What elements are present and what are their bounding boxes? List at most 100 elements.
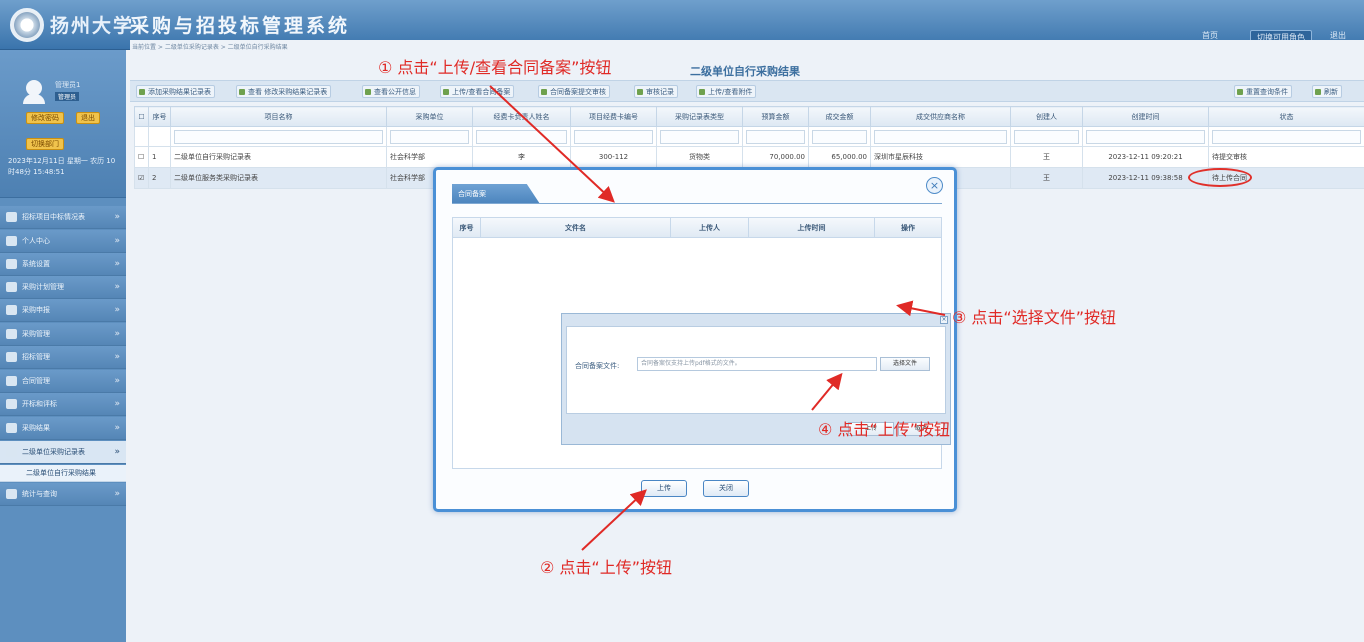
menu-icon — [6, 447, 17, 457]
column-header: 文件名 — [481, 218, 671, 238]
menu-item-1[interactable]: 招标项目中标情况表 » — [0, 206, 126, 229]
menu-item-10[interactable]: 采购结果 » — [0, 417, 126, 440]
menu-item-7[interactable]: 招标管理 » — [0, 346, 126, 369]
upload-button[interactable]: 上传 — [641, 480, 687, 497]
column-header: 序号 — [148, 106, 171, 127]
menu-item-12[interactable]: 统计与查询 » — [0, 483, 126, 506]
column-header[interactable]: 状态 — [1208, 106, 1364, 127]
menu-label: 开标和评标 — [22, 400, 57, 408]
menu-label: 合同管理 — [22, 377, 50, 385]
filter-input[interactable] — [812, 129, 867, 144]
sidebar: 管理员1 管理员 修改密码 退出 切换部门 2023年12月11日 星期一 农历… — [0, 50, 126, 642]
chevron-right-icon: » — [114, 212, 120, 222]
chevron-right-icon: » — [114, 423, 120, 433]
menu-icon — [6, 305, 17, 315]
filter-input[interactable] — [746, 129, 805, 144]
column-header[interactable]: 项目名称 — [170, 106, 387, 127]
row-checkbox[interactable]: ☑ — [134, 167, 149, 189]
upload-contract-button[interactable]: 上传/查看合同备案 — [440, 85, 515, 98]
breadcrumb: 当前位置 > 二级单位采购记录表 > 二级单位自行采购结果 — [132, 44, 288, 51]
submit-contract-review-button[interactable]: 合同备案提交审核 — [538, 85, 610, 98]
annotation-step4: ④ 点击“上传”按钮 — [818, 420, 951, 439]
chevron-right-icon: » — [114, 376, 120, 386]
close-icon[interactable]: × — [926, 177, 943, 194]
choose-file-button[interactable]: 选择文件 — [880, 357, 930, 371]
filter-input[interactable] — [574, 129, 653, 144]
reset-query-button[interactable]: 重置查询条件 — [1234, 85, 1292, 98]
filter-cell — [134, 126, 149, 147]
menu-item-2[interactable]: 个人中心 » — [0, 230, 126, 253]
close-button[interactable]: 关闭 — [703, 480, 749, 497]
review-records-button[interactable]: 审核记录 — [634, 85, 678, 98]
filter-cell[interactable] — [1082, 126, 1209, 147]
user-avatar-icon — [23, 80, 45, 104]
select-all-checkbox[interactable]: ☐ — [134, 106, 149, 127]
menu-icon — [6, 329, 17, 339]
tab-divider — [452, 203, 942, 204]
row-number: 1 — [148, 146, 171, 168]
column-header[interactable]: 创建时间 — [1082, 106, 1209, 127]
menu-item-9[interactable]: 开标和评标 » — [0, 393, 126, 416]
column-header[interactable]: 预算金额 — [742, 106, 809, 127]
menu-icon — [6, 282, 17, 292]
column-header[interactable]: 经费卡负责人姓名 — [472, 106, 571, 127]
filter-date[interactable] — [1086, 129, 1205, 144]
column-header[interactable]: 创建人 — [1010, 106, 1083, 127]
submenu-item-self-purchase[interactable]: 二级单位自行采购结果 — [0, 465, 126, 482]
menu-item-4[interactable]: 采购计划管理 » — [0, 276, 126, 299]
row-project-name: 二级单位自行采购记录表 — [170, 146, 387, 168]
menu-item-5[interactable]: 采购申报 » — [0, 299, 126, 322]
menu-item-3[interactable]: 系统设置 » — [0, 253, 126, 276]
column-header[interactable]: 项目经费卡编号 — [570, 106, 657, 127]
filter-cell[interactable] — [870, 126, 1011, 147]
menu-item-8[interactable]: 合同管理 » — [0, 370, 126, 393]
close-icon[interactable]: × — [940, 316, 948, 324]
switch-department-button[interactable]: 切换部门 — [26, 138, 64, 150]
menu-item-6[interactable]: 采购管理 » — [0, 323, 126, 346]
row-type: 货物类 — [656, 146, 743, 168]
menu-item-11[interactable]: 二级单位采购记录表 » — [0, 441, 126, 464]
row-number: 2 — [148, 167, 171, 189]
view-edit-record-button[interactable]: 查看 修改采购结果记录表 — [236, 85, 332, 98]
file-list-header: 序号 文件名 上传人 上传时间 操作 — [453, 218, 941, 238]
column-header[interactable]: 成交供应商名称 — [870, 106, 1011, 127]
menu-label: 二级单位采购记录表 — [22, 448, 85, 456]
filter-cell[interactable] — [386, 126, 473, 147]
table-row[interactable]: ☐ 1 二级单位自行采购记录表 社会科学部 李 300-112 货物类 70,0… — [134, 146, 1364, 168]
filter-input[interactable] — [1212, 129, 1361, 144]
filter-cell[interactable] — [656, 126, 743, 147]
column-header[interactable]: 采购记录表类型 — [656, 106, 743, 127]
column-header: 操作 — [901, 224, 915, 232]
filter-cell[interactable] — [472, 126, 571, 147]
chevron-right-icon: » — [114, 282, 120, 292]
file-path-input[interactable]: 合同备案仅支持上传pdf格式的文件。 — [637, 357, 877, 371]
refresh-button[interactable]: 刷新 — [1312, 85, 1342, 98]
row-checkbox[interactable]: ☐ — [134, 146, 149, 168]
add-record-button[interactable]: 添加采购结果记录表 — [136, 85, 215, 98]
column-header: 序号 — [453, 218, 481, 238]
column-header[interactable]: 采购单位 — [386, 106, 473, 127]
filter-select[interactable] — [660, 129, 739, 144]
upload-form: 合同备案文件: 合同备案仅支持上传pdf格式的文件。 选择文件 — [566, 326, 946, 414]
annotation-step2: ② 点击“上传”按钮 — [540, 558, 673, 577]
filter-cell[interactable] — [1010, 126, 1083, 147]
filter-input[interactable] — [1014, 129, 1079, 144]
filter-cell[interactable] — [570, 126, 657, 147]
filter-input[interactable] — [476, 129, 567, 144]
menu-icon — [6, 352, 17, 362]
column-header[interactable]: 成交金额 — [808, 106, 871, 127]
filter-input[interactable] — [174, 129, 383, 144]
filter-cell[interactable] — [742, 126, 809, 147]
tab-contract-filing[interactable]: 合同备案 — [452, 184, 540, 204]
filter-cell[interactable] — [808, 126, 871, 147]
filter-cell[interactable] — [1208, 126, 1364, 147]
upload-attachment-button[interactable]: 上传/查看附件 — [696, 85, 757, 98]
filter-input[interactable] — [874, 129, 1007, 144]
logout-button[interactable]: 退出 — [76, 112, 100, 124]
contract-filing-dialog: 合同备案 × 序号 文件名 上传人 上传时间 操作 × 合同备案文件: 合同备案… — [433, 167, 957, 512]
view-public-info-button[interactable]: 查看公开信息 — [362, 85, 420, 98]
change-password-button[interactable]: 修改密码 — [26, 112, 64, 124]
filter-input[interactable] — [390, 129, 469, 144]
filter-cell[interactable] — [170, 126, 387, 147]
menu-label: 采购计划管理 — [22, 283, 64, 291]
